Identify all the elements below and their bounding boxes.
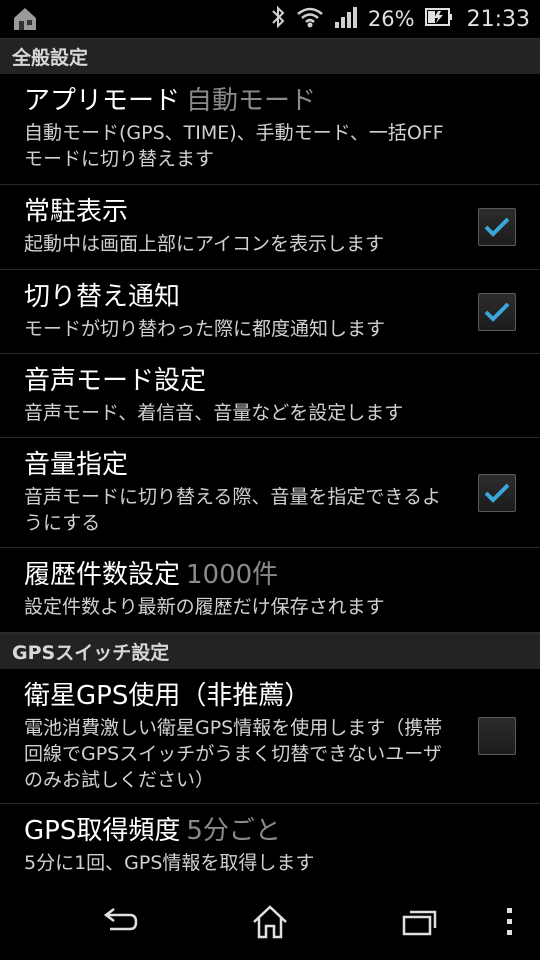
pref-summary: 音声モード、着信音、音量などを設定します	[24, 402, 404, 424]
pref-summary: 音声モードに切り替える際、音量を指定できるようにする	[24, 486, 442, 534]
pref-value: 5分ごと	[186, 816, 281, 846]
section-header-general: 全般設定	[0, 38, 540, 74]
checkbox-satellite-gps[interactable]	[478, 717, 516, 755]
pref-switch-notification[interactable]: 切り替え通知 モードが切り替わった際に都度通知します	[0, 270, 540, 354]
status-bar: 26% 21:33	[0, 0, 540, 38]
pref-sound-mode[interactable]: 音声モード設定 音声モード、着信音、音量などを設定します	[0, 354, 540, 438]
checkmark-icon	[484, 302, 510, 322]
pref-title: 衛星GPS使用（非推薦）	[24, 681, 311, 711]
pref-title: GPS取得頻度	[24, 816, 181, 846]
pref-summary: モードが切り替わった際に都度通知します	[24, 318, 386, 340]
pref-title: アプリモード	[24, 86, 181, 116]
pref-title: 常駐表示	[24, 197, 129, 227]
battery-percent: 26%	[367, 7, 415, 31]
pref-title: 音声モード設定	[24, 366, 207, 396]
checkmark-icon	[484, 483, 510, 503]
bluetooth-icon	[270, 4, 286, 34]
pref-history-count[interactable]: 履歴件数設定 1000件 設定件数より最新の履歴だけ保存されます	[0, 548, 540, 633]
pref-title: 履歴件数設定	[24, 560, 181, 590]
section-header-gps: GPSスイッチ設定	[0, 633, 540, 669]
recents-icon[interactable]	[400, 902, 440, 942]
battery-charging-icon	[424, 7, 453, 31]
pref-value: 1000件	[186, 560, 279, 590]
pref-title: 音量指定	[24, 450, 129, 480]
pref-app-mode[interactable]: アプリモード 自動モード 自動モード(GPS、TIME)、手動モード、一括OFFモ…	[0, 74, 540, 185]
checkbox-switch-notification[interactable]	[478, 292, 516, 331]
pref-summary: 設定件数より最新の履歴だけ保存されます	[24, 596, 385, 618]
home-icon[interactable]	[250, 902, 290, 942]
navigation-bar	[0, 880, 540, 960]
checkmark-icon	[484, 217, 510, 237]
checkbox-volume[interactable]	[478, 473, 516, 512]
pref-summary: 5分に1回、GPS情報を取得します	[24, 852, 315, 874]
pref-volume[interactable]: 音量指定 音声モードに切り替える際、音量を指定できるようにする	[0, 438, 540, 548]
back-icon[interactable]	[100, 902, 140, 942]
pref-summary: 電池消費激しい衛星GPS情報を使用します（携帯回線でGPSスイッチがうまく切替で…	[24, 717, 443, 791]
pref-resident-display[interactable]: 常駐表示 起動中は画面上部にアイコンを表示します	[0, 185, 540, 270]
signal-icon	[334, 5, 358, 33]
wifi-icon	[296, 5, 324, 33]
pref-summary: 起動中は画面上部にアイコンを表示します	[24, 233, 385, 255]
app-notification-icon	[10, 4, 40, 34]
overflow-menu-icon[interactable]	[494, 902, 524, 942]
pref-gps-frequency[interactable]: GPS取得頻度 5分ごと 5分に1回、GPS情報を取得します	[0, 804, 540, 880]
pref-satellite-gps[interactable]: 衛星GPS使用（非推薦） 電池消費激しい衛星GPS情報を使用します（携帯回線でG…	[0, 669, 540, 804]
pref-summary: 自動モード(GPS、TIME)、手動モード、一括OFFモードに切り替えます	[24, 122, 444, 170]
pref-value: 自動モード	[186, 86, 317, 116]
settings-list[interactable]: 全般設定 アプリモード 自動モード 自動モード(GPS、TIME)、手動モード、一…	[0, 38, 540, 880]
clock: 21:33	[466, 6, 530, 32]
pref-title: 切り替え通知	[24, 282, 181, 312]
checkbox-resident-display[interactable]	[478, 208, 516, 246]
